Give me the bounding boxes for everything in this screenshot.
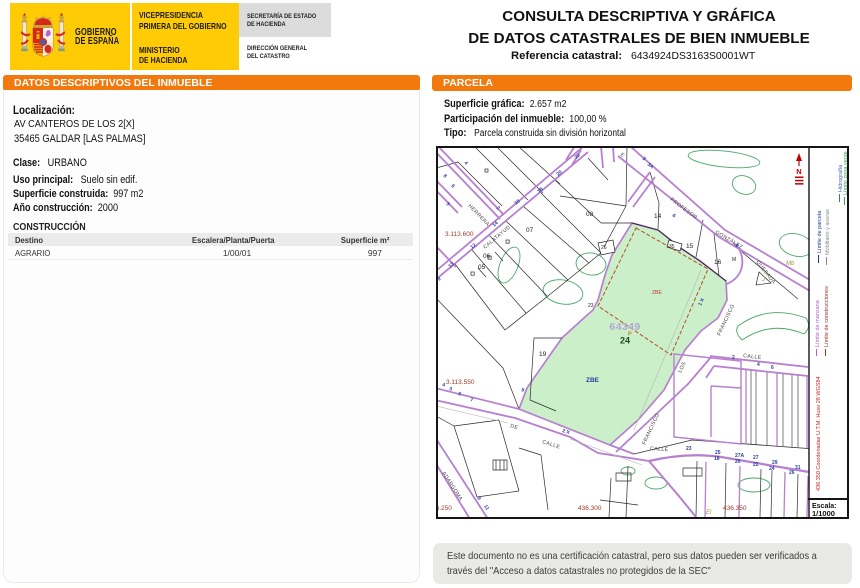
svg-text:08: 08 [586, 211, 594, 218]
svg-text:35: 35 [669, 244, 675, 250]
svg-text:27: 27 [753, 455, 759, 461]
svg-text:20: 20 [555, 169, 563, 177]
svg-text:6: 6 [450, 183, 456, 189]
svg-text:36.250: 36.250 [438, 505, 452, 512]
svg-text:Límite de parcela: Límite de parcela [817, 210, 823, 253]
svg-text:N: N [796, 167, 801, 176]
svg-text:4: 4 [757, 362, 760, 368]
svg-text:Límite zona verde: Límite zona verde [843, 151, 847, 195]
svg-text:16: 16 [714, 259, 722, 266]
svg-text:ZBE: ZBE [652, 290, 662, 296]
svg-text:436.350 Coordenadas U.T.M. Hus: 436.350 Coordenadas U.T.M. Huso 28 WGS84 [816, 376, 822, 491]
svg-text:DE: DE [509, 423, 519, 431]
svg-text:14: 14 [654, 213, 662, 220]
svg-text:6: 6 [771, 365, 774, 371]
svg-text:6: 6 [671, 213, 677, 220]
svg-text:31: 31 [795, 465, 801, 471]
svg-text:FRANCISCO: FRANCISCO [641, 412, 661, 445]
svg-text:Mobiliario y aceras: Mobiliario y aceras [825, 209, 831, 255]
svg-text:26: 26 [789, 470, 795, 476]
svg-text:3.113.550: 3.113.550 [446, 379, 475, 386]
svg-text:9: 9 [438, 276, 443, 283]
svg-text:CALLE: CALLE [541, 439, 561, 450]
svg-text:Límite de manzana: Límite de manzana [815, 299, 821, 347]
svg-text:3A: 3A [646, 162, 655, 171]
svg-text:Límite de construcciones: Límite de construcciones [824, 286, 830, 347]
svg-text:22: 22 [753, 462, 759, 468]
svg-text:24: 24 [620, 336, 630, 346]
svg-text:2: 2 [732, 355, 735, 361]
svg-text:06: 06 [483, 253, 491, 260]
svg-text:07: 07 [526, 227, 534, 234]
svg-text:23: 23 [686, 446, 692, 452]
svg-text:4: 4 [463, 160, 469, 166]
svg-text:CALLE: CALLE [650, 446, 669, 453]
svg-text:436.300: 436.300 [578, 505, 602, 512]
svg-text:3.113.600: 3.113.600 [445, 231, 474, 238]
svg-text:1/1000: 1/1000 [812, 509, 835, 517]
svg-text:8: 8 [442, 173, 448, 179]
svg-text:El: El [706, 510, 712, 516]
svg-text:24: 24 [769, 466, 775, 472]
svg-text:20: 20 [735, 459, 741, 465]
svg-text:HERRERA: HERRERA [467, 203, 491, 228]
svg-text:64349: 64349 [609, 321, 640, 333]
svg-text:7: 7 [470, 397, 474, 404]
svg-text:26: 26 [601, 245, 607, 251]
svg-text:M: M [732, 257, 736, 263]
svg-text:QUESADA: QUESADA [754, 260, 776, 286]
svg-text:19: 19 [539, 351, 547, 358]
svg-text:ZBE: ZBE [586, 377, 600, 384]
svg-text:05: 05 [478, 264, 486, 271]
svg-text:436.350: 436.350 [723, 505, 747, 512]
svg-text:18: 18 [714, 456, 720, 462]
svg-text:Mb: Mb [786, 261, 795, 267]
svg-text:23: 23 [588, 303, 594, 309]
svg-text:15: 15 [686, 243, 694, 250]
